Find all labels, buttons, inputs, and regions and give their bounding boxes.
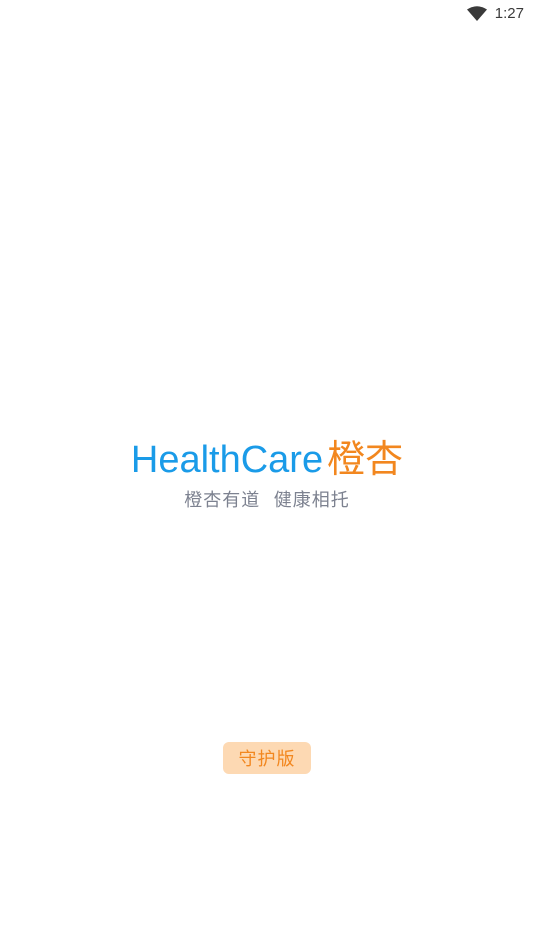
status-time: 1:27 bbox=[494, 5, 524, 22]
edition-badge: 守护版 bbox=[223, 742, 311, 774]
edition-label: 守护版 bbox=[238, 749, 296, 770]
status-bar: 1:27 bbox=[0, 0, 534, 28]
brand-logo: HealthCare 橙杏 bbox=[0, 432, 534, 487]
brand-name-chinese: 橙杏 bbox=[327, 437, 404, 481]
status-bar-right: 1:27 bbox=[466, 4, 524, 24]
wifi-icon bbox=[466, 6, 487, 22]
brand-name-english: HealthCare bbox=[130, 439, 324, 481]
slogan: 橙杏有道 健康相托 bbox=[184, 490, 350, 511]
